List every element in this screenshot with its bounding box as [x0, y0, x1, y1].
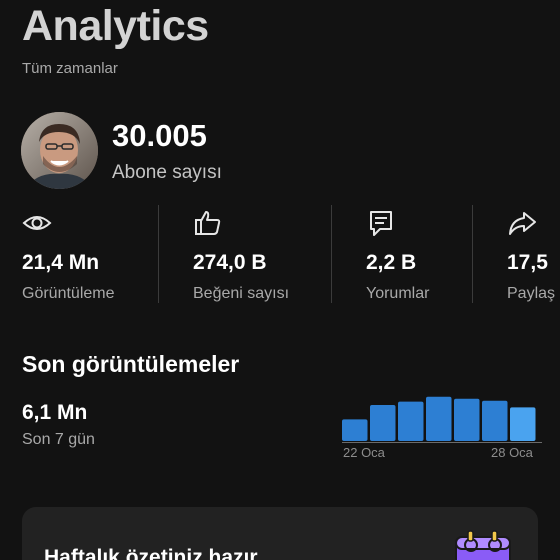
stat-value: 21,4 Mn — [22, 251, 100, 274]
chart-bar-27-oca — [482, 400, 508, 441]
weekly-summary-text: Haftalık özetiniz hazır — [44, 546, 258, 560]
views-bar-chart[interactable] — [342, 388, 542, 444]
calendar-illustration-icon — [448, 529, 518, 560]
avatar-photo — [21, 112, 98, 189]
stat-label: Görüntüleme — [22, 285, 115, 302]
subscriber-label: Abone sayısı — [112, 162, 222, 183]
page-title: Analytics — [22, 2, 209, 50]
x-axis-start-label: 22 Oca — [343, 445, 385, 460]
chart-bar-28-oca — [510, 407, 536, 441]
recent-views-value: 6,1 Mn — [22, 401, 88, 424]
eye-icon — [22, 208, 52, 238]
avatar[interactable] — [21, 112, 98, 189]
thumbs-up-icon — [193, 208, 223, 238]
chart-bar-22-oca — [342, 419, 368, 441]
stat-label: Paylaş — [507, 285, 556, 302]
stat-value: 2,2 B — [366, 251, 417, 274]
chart-bar-26-oca — [454, 398, 480, 441]
stat-value: 17,5 — [507, 251, 548, 274]
divider — [158, 205, 159, 303]
divider — [472, 205, 473, 303]
stat-label: Yorumlar — [366, 285, 430, 302]
x-axis-end-label: 28 Oca — [491, 445, 533, 460]
divider — [331, 205, 332, 303]
time-range-label[interactable]: Tüm zamanlar — [22, 60, 118, 78]
recent-views-title[interactable]: Son görüntülemeler — [22, 349, 239, 379]
weekly-summary-card[interactable]: Haftalık özetiniz hazır — [22, 507, 538, 560]
stat-value: 274,0 B — [193, 251, 267, 274]
share-icon — [507, 208, 537, 238]
chart-bar-25-oca — [426, 396, 452, 441]
stat-label: Beğeni sayısı — [193, 285, 290, 302]
chart-bar-24-oca — [398, 401, 424, 441]
subscriber-count: 30.005 — [112, 118, 207, 153]
recent-views-period: Son 7 gün — [22, 431, 95, 448]
stats-row: 21,4 Mn Görüntüleme 274,0 B Beğeni sayıs… — [0, 205, 560, 305]
comment-icon — [366, 208, 396, 238]
analytics-screen: Analytics Tüm zamanlar 30.005 Abone sayı… — [0, 0, 560, 560]
chart-bar-23-oca — [370, 405, 396, 441]
